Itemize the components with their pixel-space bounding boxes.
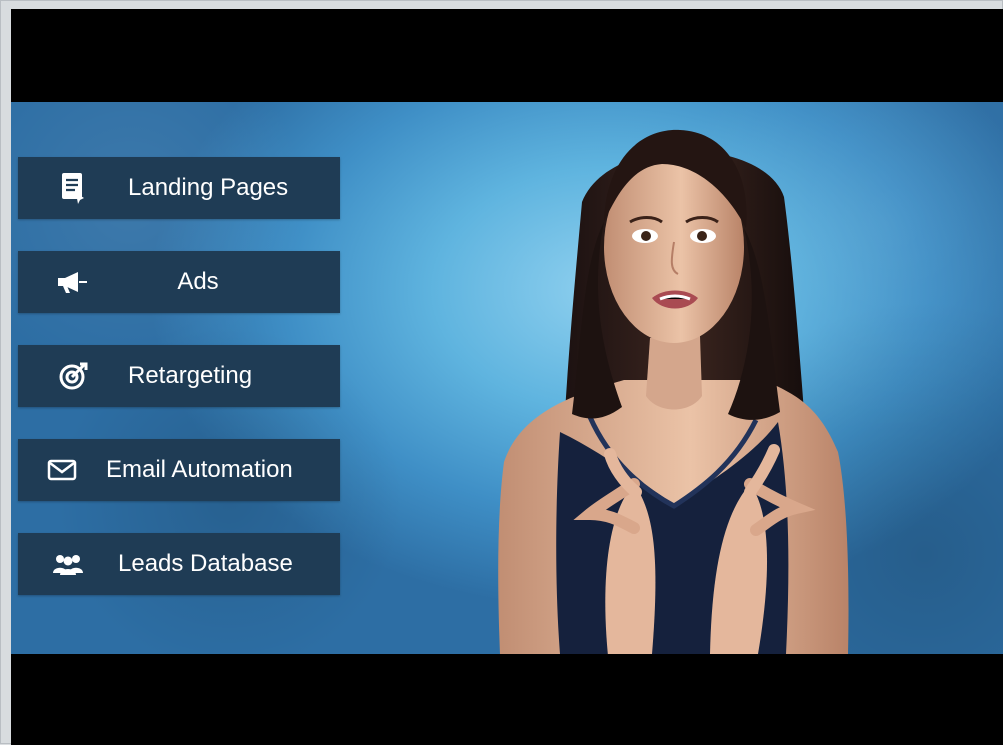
presenter-illustration [498,129,849,654]
feature-item-retargeting: Retargeting [18,345,340,407]
feature-item-landing-pages: Landing Pages [18,157,340,219]
people-icon [18,533,118,595]
feature-item-ads: Ads [18,251,340,313]
presenter-image [464,102,884,654]
video-frame: Landing Pages Ads Retargeting Email Auto… [11,102,1003,654]
video-letterbox-top [11,9,1003,102]
page-frame: Landing Pages Ads Retargeting Email Auto… [0,0,1003,745]
feature-label-landing-pages: Landing Pages [128,174,289,201]
video-player[interactable]: Landing Pages Ads Retargeting Email Auto… [11,9,1003,745]
video-letterbox-bottom [11,654,1003,745]
feature-label-leads-database: Leads Database [118,550,293,577]
target-icon [18,345,128,407]
megaphone-icon [18,251,128,313]
feature-item-email-automation: Email Automation [18,439,340,501]
feature-item-leads-database: Leads Database [18,533,340,595]
feature-label-ads: Ads [177,268,219,295]
feature-label-retargeting: Retargeting [128,362,253,389]
email-icon [18,439,106,501]
feature-label-email-automation: Email Automation [106,456,293,483]
document-icon [18,157,128,219]
